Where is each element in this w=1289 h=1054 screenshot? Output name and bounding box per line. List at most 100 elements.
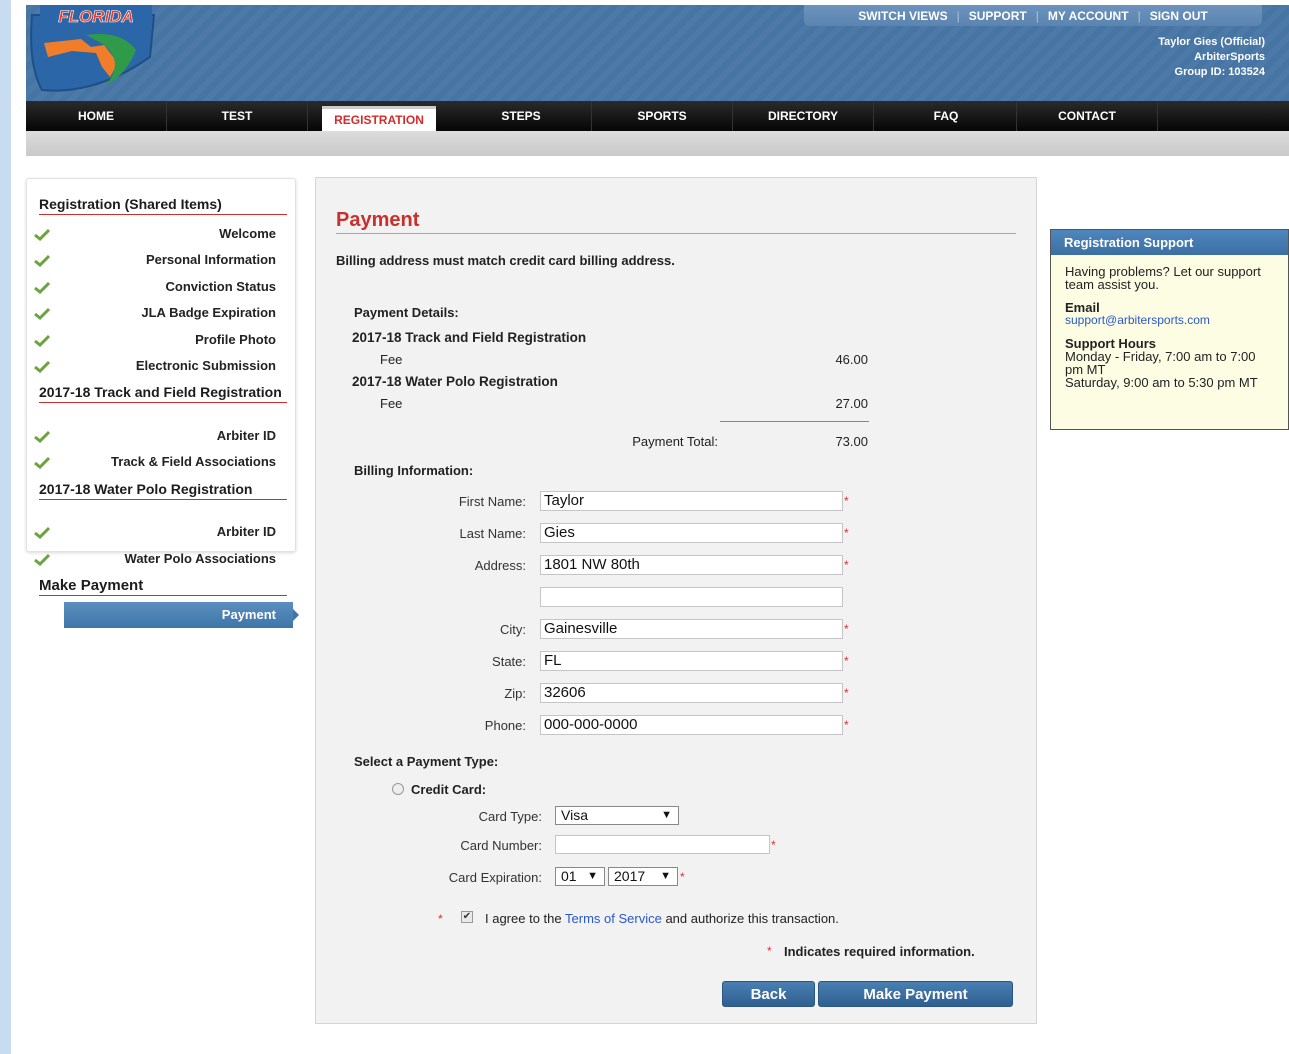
agree-checkbox[interactable]: ✔ [461, 911, 473, 923]
payment-type-label: Select a Payment Type: [354, 754, 499, 769]
required-mark: * [680, 870, 685, 884]
city-label: City: [500, 622, 526, 637]
card-number-input[interactable] [555, 835, 770, 854]
sidebar-item-track-associations[interactable]: Track & Field Associations [26, 452, 276, 472]
user-org: ArbiterSports [1194, 51, 1265, 63]
nav-steps[interactable]: STEPS [451, 101, 592, 131]
chevron-down-icon: ▼ [661, 809, 672, 821]
address2-input[interactable] [540, 587, 843, 607]
make-payment-button[interactable]: Make Payment [818, 981, 1013, 1007]
card-type-label: Card Type: [478, 809, 542, 824]
chevron-down-icon: ▼ [587, 870, 598, 882]
support-title: Registration Support [1051, 230, 1288, 255]
address-input[interactable]: 1801 NW 80th [540, 555, 843, 575]
sidebar-item-profile-photo[interactable]: Profile Photo [26, 330, 276, 350]
fee-item-polo: 2017-18 Water Polo Registration [352, 374, 558, 389]
state-input[interactable]: FL [540, 651, 843, 671]
checkmark-icon [34, 307, 50, 320]
last-name-input[interactable]: Gies [540, 523, 843, 543]
payment-panel: Payment Billing address must match credi… [315, 177, 1037, 1024]
phone-input[interactable]: 000-000-0000 [540, 715, 843, 735]
exp-year-select[interactable]: 2017 ▼ [608, 867, 678, 886]
checkmark-icon [34, 456, 50, 469]
fhsaa-logo[interactable]: FLORIDA [26, 5, 161, 93]
top-utility-menu: SWITCH VIEWS | SUPPORT | MY ACCOUNT | SI… [804, 5, 1262, 26]
fee-label: Fee [380, 352, 403, 367]
payment-total: 73.00 [835, 434, 868, 449]
sign-out-link[interactable]: SIGN OUT [1141, 9, 1217, 23]
nav-faq[interactable]: FAQ [876, 101, 1017, 131]
nav-directory[interactable]: DIRECTORY [733, 101, 874, 131]
sidebar-item-jla-badge[interactable]: JLA Badge Expiration [26, 303, 276, 323]
support-email-link[interactable]: support@arbitersports.com [1065, 314, 1274, 327]
checkmark-icon [34, 281, 50, 294]
checkmark-icon [34, 228, 50, 241]
credit-card-label: Credit Card: [411, 782, 487, 797]
state-label: State: [492, 654, 526, 669]
sidebar-item-electronic-submission[interactable]: Electronic Submission [26, 356, 276, 376]
sidebar-section-payment: Make Payment [39, 578, 287, 596]
required-mark: * [844, 494, 849, 508]
checkmark-icon [34, 254, 50, 267]
zip-label: Zip: [504, 686, 526, 701]
payment-details-label: Payment Details: [354, 305, 459, 320]
sidebar-item-polo-arbiter-id[interactable]: Arbiter ID [26, 522, 276, 542]
required-mark: * [767, 944, 772, 958]
fee-label: Fee [380, 396, 403, 411]
support-link[interactable]: SUPPORT [960, 9, 1036, 23]
nav-home[interactable]: HOME [26, 101, 167, 131]
sidebar-item-track-arbiter-id[interactable]: Arbiter ID [26, 426, 276, 446]
payment-total-label: Payment Total: [632, 434, 718, 449]
terms-of-service-link[interactable]: Terms of Service [565, 911, 662, 926]
exp-month-select[interactable]: 01 ▼ [555, 867, 605, 886]
group-id: Group ID: 103524 [1174, 66, 1265, 78]
card-type-select[interactable]: Visa ▼ [555, 806, 679, 825]
required-mark: * [771, 838, 776, 852]
agree-text: I agree to the Terms of Service and auth… [485, 911, 839, 926]
zip-input[interactable]: 32606 [540, 683, 843, 703]
sidebar-section-polo: 2017-18 Water Polo Registration [39, 482, 287, 500]
total-rule [720, 421, 869, 422]
switch-views-link[interactable]: SWITCH VIEWS [849, 9, 956, 23]
first-name-input[interactable]: Taylor [540, 491, 843, 511]
billing-info-label: Billing Information: [354, 463, 474, 478]
sidebar-item-polo-associations[interactable]: Water Polo Associations [26, 549, 276, 569]
checkmark-icon [34, 526, 50, 539]
sidebar-item-welcome[interactable]: Welcome [26, 224, 276, 244]
address-label: Address: [474, 558, 526, 573]
user-name: Taylor Gies (Official) [1158, 36, 1265, 48]
required-mark: * [844, 622, 849, 636]
my-account-link[interactable]: MY ACCOUNT [1039, 9, 1138, 23]
first-name-label: First Name: [458, 494, 526, 509]
nav-test[interactable]: TEST [167, 101, 308, 131]
left-edge-bar [0, 0, 11, 1054]
phone-label: Phone: [484, 718, 526, 733]
sidebar-item-conviction-status[interactable]: Conviction Status [26, 277, 276, 297]
last-name-label: Last Name: [459, 526, 526, 541]
fee-amount: 27.00 [835, 396, 868, 411]
sidebar-item-personal-information[interactable]: Personal Information [26, 250, 276, 270]
nav-registration[interactable]: REGISTRATION [322, 106, 436, 131]
card-number-label: Card Number: [460, 838, 542, 853]
site-header: FLORIDA SWITCH VIEWS | SUPPORT | MY ACCO… [26, 5, 1289, 101]
card-expiration-label: Card Expiration: [448, 870, 542, 885]
required-note: Indicates required information. [784, 944, 975, 959]
required-mark: * [844, 526, 849, 540]
user-info: Taylor Gies (Official) ArbiterSports Gro… [1158, 35, 1265, 80]
page-title: Payment [336, 209, 420, 231]
support-intro: Having problems? Let our support team as… [1065, 264, 1261, 292]
credit-card-radio[interactable] [392, 783, 404, 795]
main-nav: HOME TEST REGISTRATION STEPS SPORTS DIRE… [26, 101, 1289, 131]
city-input[interactable]: Gainesville [540, 619, 843, 639]
required-mark: * [844, 558, 849, 572]
svg-text:FLORIDA: FLORIDA [58, 7, 134, 26]
required-mark: * [844, 686, 849, 700]
nav-contact[interactable]: CONTACT [1017, 101, 1158, 131]
checkmark-icon [34, 360, 50, 373]
checkmark-icon [34, 334, 50, 347]
back-button[interactable]: Back [722, 981, 815, 1007]
sidebar-item-payment-active[interactable]: Payment [64, 602, 299, 628]
support-hours-saturday: Saturday, 9:00 am to 5:30 pm MT [1065, 375, 1258, 390]
sidebar-section-track: 2017-18 Track and Field Registration [39, 385, 287, 403]
nav-sports[interactable]: SPORTS [592, 101, 733, 131]
